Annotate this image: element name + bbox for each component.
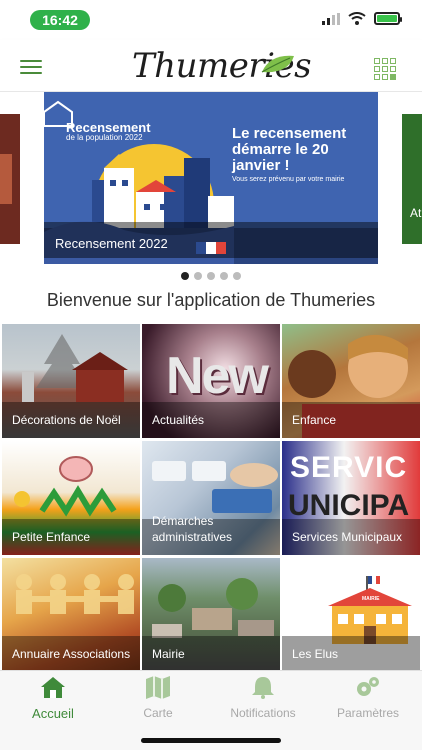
pagination-dot[interactable] (194, 272, 202, 280)
tile-enfance[interactable]: Enfance (282, 324, 420, 438)
services-art-text-2: UNICIPA (288, 489, 410, 522)
tab-label: Carte (143, 706, 173, 720)
slide-caption: Recensement 2022 (55, 236, 168, 251)
slide-logo-subtitle: de la population 2022 (66, 133, 143, 142)
map-icon (146, 676, 170, 699)
gears-icon (357, 677, 379, 696)
slide-heading: Le recensement démarre le 20 janvier ! (232, 125, 347, 174)
welcome-title: Bienvenue sur l'application de Thumeries (46, 290, 376, 310)
tile-petite-enfance[interactable]: Petite Enfance (2, 441, 140, 555)
tile-services-municipaux[interactable]: SERVIC UNICIPA Services Municipaux (282, 441, 420, 555)
tab-accueil[interactable]: Accueil (3, 675, 103, 721)
tab-label: Paramètres (336, 706, 400, 720)
tile-label: Les Elus (292, 647, 339, 661)
pagination-dot[interactable] (181, 272, 189, 280)
app-header: Thumeries (0, 40, 422, 92)
hamburger-menu-icon[interactable] (20, 60, 42, 74)
town-hall-sign: MAIRIE (362, 596, 380, 602)
tile-label: Petite Enfance (12, 530, 91, 544)
status-icons (322, 12, 402, 25)
pagination-dot[interactable] (233, 272, 241, 280)
tab-carte[interactable]: Carte (108, 675, 208, 721)
tile-annuaire-associations[interactable]: Annuaire Associations (2, 558, 140, 672)
tile-label: Mairie (152, 647, 185, 661)
battery-charging-icon (374, 12, 402, 25)
carousel-prev-slide[interactable] (0, 114, 20, 244)
tile-demarches-administratives[interactable]: Démarches administratives (142, 441, 280, 555)
tab-parametres[interactable]: Paramètres (318, 675, 418, 721)
home-indicator[interactable] (141, 738, 281, 743)
tile-actualites[interactable]: New Actualités (142, 324, 280, 438)
home-icon (41, 677, 65, 698)
tile-label: Services Municipaux (292, 530, 403, 544)
tile-decorations-noel[interactable]: Décorations de Noël (2, 324, 140, 438)
carousel-pagination (0, 272, 422, 280)
status-time: 16:42 (30, 10, 90, 30)
tile-mairie[interactable]: Mairie (142, 558, 280, 672)
french-flag-icon (196, 242, 226, 254)
tile-label: Décorations de Noël (12, 413, 121, 427)
pagination-dot[interactable] (207, 272, 215, 280)
tile-label: Enfance (292, 413, 337, 427)
next-slide-caption: At (410, 206, 422, 220)
pagination-dot[interactable] (220, 272, 228, 280)
tile-label: Démarches administratives (152, 514, 233, 544)
tile-label: Annuaire Associations (12, 647, 131, 661)
news-carousel[interactable]: Recensement de la population 2022 Le rec… (0, 92, 422, 270)
grid-apps-icon[interactable] (374, 58, 396, 80)
tile-label: Actualités (152, 413, 205, 427)
news-art-text: New (166, 347, 269, 405)
category-tiles: Décorations de Noël New Actualités Enfan… (2, 324, 420, 672)
carousel-next-slide[interactable]: At (402, 114, 422, 244)
signal-icon (322, 12, 340, 25)
tab-notifications[interactable]: Notifications (213, 675, 313, 721)
status-bar: 16:42 (0, 0, 422, 40)
bell-icon (252, 677, 274, 699)
leaf-icon (261, 55, 294, 73)
wifi-icon (348, 12, 366, 25)
brand-logo: Thumeries (132, 46, 312, 86)
tile-les-elus[interactable]: MAIRIE Les Elus (282, 558, 420, 672)
carousel-slide[interactable]: Recensement de la population 2022 Le rec… (44, 92, 378, 264)
tab-label: Accueil (32, 706, 74, 721)
services-art-text: SERVIC (290, 451, 408, 484)
tab-label: Notifications (230, 706, 296, 720)
slide-small-text: Vous serez prévenu par votre mairie (232, 176, 345, 183)
